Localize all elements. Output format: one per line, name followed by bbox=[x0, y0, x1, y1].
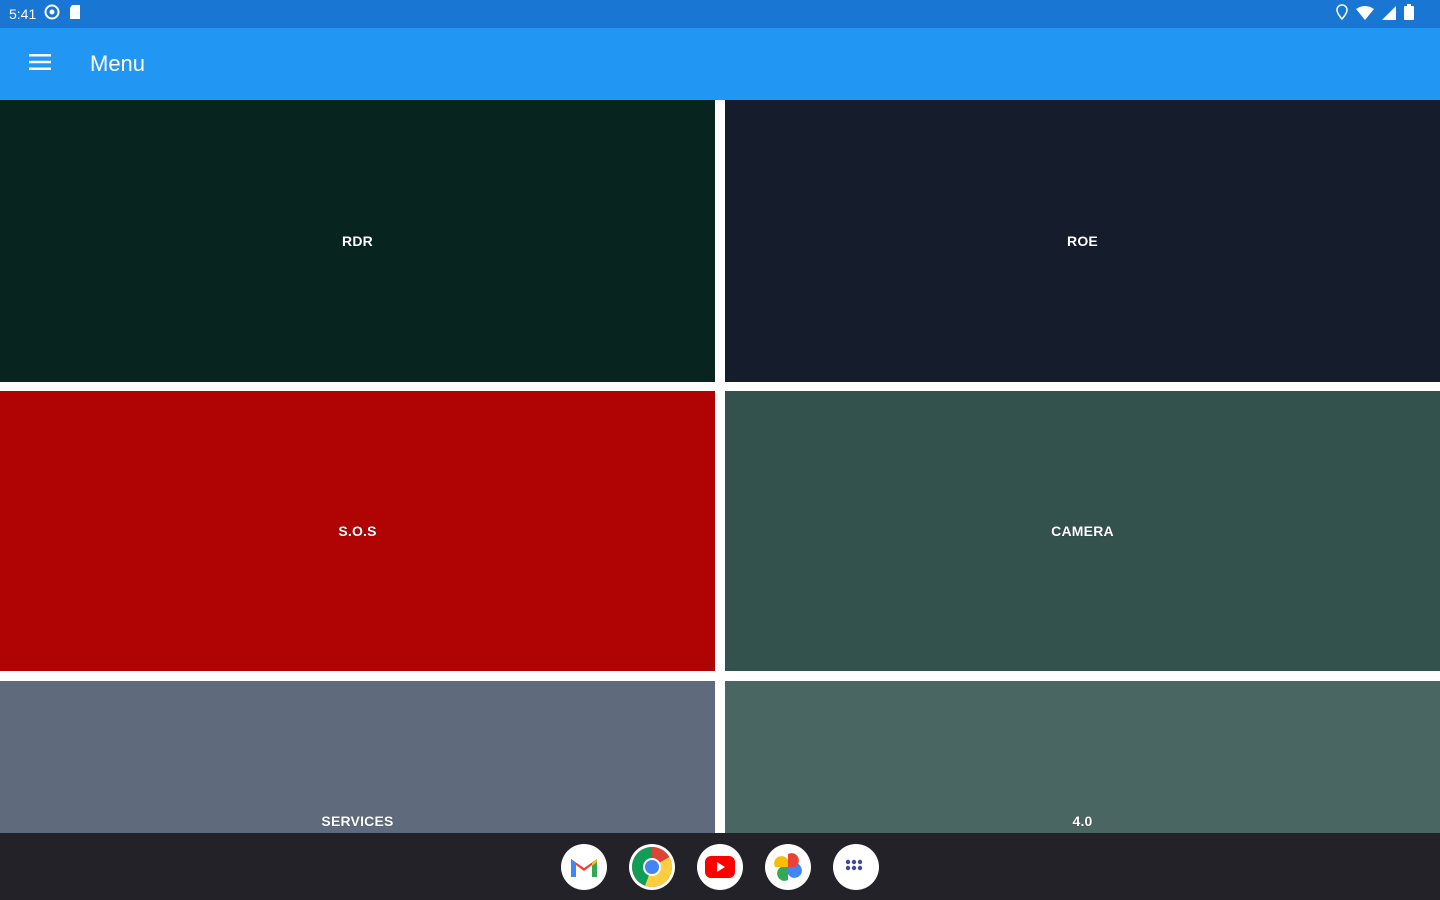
tile-label: S.O.S bbox=[338, 523, 377, 539]
gmail-icon[interactable] bbox=[561, 843, 607, 890]
tile-camera[interactable]: CAMERA bbox=[725, 391, 1440, 671]
taskbar-dock bbox=[0, 833, 1440, 900]
location-icon bbox=[1336, 4, 1348, 24]
wifi-icon bbox=[1356, 5, 1374, 24]
tile-label: SERVICES bbox=[321, 813, 394, 829]
tile-label: RDR bbox=[342, 233, 373, 249]
app-bar: Menu bbox=[0, 28, 1440, 100]
tile-version[interactable]: 4.0 bbox=[725, 681, 1440, 833]
chrome-icon[interactable] bbox=[629, 843, 675, 890]
sd-card-icon bbox=[68, 4, 82, 24]
menu-grid: RDR ROE S.O.S CAMERA SERVICES 4.0 bbox=[0, 100, 1440, 833]
tile-services[interactable]: SERVICES bbox=[0, 681, 715, 833]
status-bar: 5:41 bbox=[0, 0, 1440, 28]
circle-icon bbox=[44, 4, 60, 24]
hamburger-icon bbox=[29, 54, 51, 74]
youtube-icon[interactable] bbox=[697, 843, 743, 890]
photos-icon[interactable] bbox=[765, 843, 811, 890]
status-left: 5:41 bbox=[9, 4, 82, 24]
signal-icon bbox=[1382, 5, 1396, 24]
status-time: 5:41 bbox=[9, 6, 37, 22]
tile-label: CAMERA bbox=[1051, 523, 1114, 539]
menu-button[interactable] bbox=[4, 28, 76, 100]
tile-sos[interactable]: S.O.S bbox=[0, 391, 715, 671]
tile-label: 4.0 bbox=[1072, 813, 1093, 829]
battery-icon bbox=[1404, 4, 1414, 24]
tile-roe[interactable]: ROE bbox=[725, 100, 1440, 382]
status-right bbox=[1336, 4, 1414, 24]
tile-label: ROE bbox=[1067, 233, 1098, 249]
tile-rdr[interactable]: RDR bbox=[0, 100, 715, 382]
app-drawer-icon[interactable] bbox=[833, 843, 879, 890]
app-title: Menu bbox=[90, 51, 146, 76]
